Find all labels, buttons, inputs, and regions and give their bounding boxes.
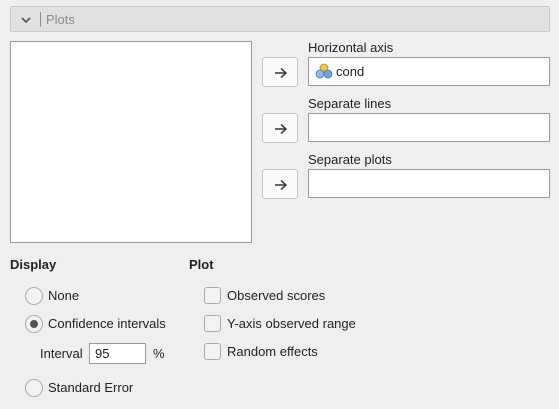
- radio-none-label[interactable]: None: [48, 288, 79, 303]
- checkbox-y-axis-observed-range[interactable]: [204, 315, 221, 332]
- available-variables-list[interactable]: [10, 41, 252, 243]
- interval-unit: %: [153, 346, 165, 361]
- checkbox-observed-scores[interactable]: [204, 287, 221, 304]
- interval-input[interactable]: 95: [89, 343, 146, 364]
- interval-label: Interval: [40, 346, 83, 361]
- plots-section-header[interactable]: Plots: [10, 6, 550, 32]
- radio-selected-dot: [30, 320, 38, 328]
- move-to-separate-plots-button[interactable]: [262, 169, 298, 199]
- move-to-separate-lines-button[interactable]: [262, 113, 298, 143]
- arrow-right-icon: [275, 123, 288, 135]
- display-section-title: Display: [10, 257, 57, 272]
- header-divider: [40, 12, 41, 27]
- separate-lines-label: Separate lines: [308, 96, 392, 111]
- arrow-right-icon: [275, 67, 288, 79]
- horizontal-axis-variable[interactable]: cond: [336, 64, 364, 79]
- radio-standard-error[interactable]: [25, 379, 43, 397]
- separate-lines-field[interactable]: [308, 113, 550, 142]
- checkbox-y-axis-observed-range-label[interactable]: Y-axis observed range: [227, 316, 356, 331]
- panel-title: Plots: [46, 12, 75, 27]
- radio-none[interactable]: [25, 287, 43, 305]
- chevron-down-icon[interactable]: [20, 15, 32, 25]
- checkbox-random-effects[interactable]: [204, 343, 221, 360]
- radio-standard-error-label[interactable]: Standard Error: [48, 380, 133, 395]
- separate-plots-field[interactable]: [308, 169, 550, 198]
- radio-confidence-intervals[interactable]: [25, 315, 43, 333]
- horizontal-axis-label: Horizontal axis: [308, 40, 394, 55]
- checkbox-random-effects-label[interactable]: Random effects: [227, 344, 318, 359]
- nominal-variable-icon: [315, 63, 333, 79]
- interval-value[interactable]: 95: [95, 346, 109, 361]
- plot-section-title: Plot: [189, 257, 214, 272]
- separate-plots-label: Separate plots: [308, 152, 392, 167]
- horizontal-axis-field[interactable]: cond: [308, 57, 550, 86]
- arrow-right-icon: [275, 179, 288, 191]
- move-to-horizontal-axis-button[interactable]: [262, 57, 298, 87]
- radio-confidence-intervals-label[interactable]: Confidence intervals: [48, 316, 166, 331]
- checkbox-observed-scores-label[interactable]: Observed scores: [227, 288, 325, 303]
